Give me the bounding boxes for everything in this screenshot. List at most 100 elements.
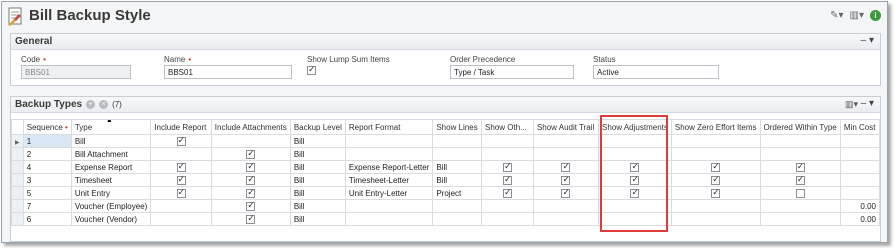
column-header[interactable]: Show Lines	[432, 119, 483, 135]
min-cost-cell[interactable]	[839, 134, 881, 148]
table-row[interactable]: 6Voucher (Vendor) Bill 0.00	[11, 212, 881, 226]
ordered-within-type-checkbox[interactable]	[795, 175, 805, 185]
backup-level-cell[interactable]: Bill	[289, 147, 346, 161]
report-format-cell[interactable]: Expense Report-Letter	[344, 160, 434, 174]
row-selector[interactable]	[11, 199, 24, 213]
include-attachments-checkbox[interactable]	[246, 162, 256, 172]
show-audit-trail-cell[interactable]	[532, 212, 600, 226]
ordered-within-type-cell[interactable]	[759, 160, 841, 174]
lump-sum-checkbox[interactable]	[307, 64, 316, 75]
column-header[interactable]: Include Attachments	[210, 119, 291, 135]
info-icon[interactable]: i	[870, 10, 881, 21]
collapse-backup-types-button[interactable]: – ▾	[861, 98, 874, 109]
collapse-general-button[interactable]: – ▾	[861, 35, 874, 46]
ordered-within-type-cell[interactable]	[759, 199, 841, 213]
column-header[interactable]: Show Zero Effort Items	[670, 119, 761, 135]
order-precedence-field[interactable]: Type / Task	[450, 65, 574, 79]
table-row[interactable]: 2Bill Attachment Bill	[11, 147, 881, 161]
grid-columns-icon[interactable]: ▥▾	[845, 99, 858, 110]
show-audit-trail-checkbox[interactable]	[561, 162, 571, 172]
show-audit-trail-checkbox[interactable]	[561, 175, 571, 185]
column-header[interactable]: Show Oth...	[481, 119, 534, 135]
show-other-cell[interactable]	[481, 212, 534, 226]
sequence-cell[interactable]: 4	[22, 160, 72, 174]
include-attachments-checkbox[interactable]	[246, 149, 256, 159]
include-attachments-cell[interactable]	[210, 199, 291, 213]
column-header[interactable]: Show Audit Trail	[532, 119, 600, 135]
show-audit-trail-cell[interactable]	[532, 173, 600, 187]
show-audit-trail-cell[interactable]	[532, 199, 600, 213]
table-row[interactable]: 3Timesheet BillTimesheet-LetterBill	[11, 173, 881, 187]
show-adjustments-cell[interactable]	[598, 173, 672, 187]
table-row[interactable]: 7Voucher (Employee) Bill 0.00	[11, 199, 881, 213]
min-cost-cell[interactable]	[839, 160, 881, 174]
include-report-cell[interactable]	[150, 134, 212, 148]
show-other-checkbox[interactable]	[502, 188, 512, 198]
add-icon[interactable]: +	[86, 100, 96, 109]
min-cost-cell[interactable]: 0.00	[839, 199, 881, 213]
show-zero-effort-checkbox[interactable]	[711, 175, 721, 185]
show-lines-cell[interactable]	[432, 134, 483, 148]
backup-level-cell[interactable]: Bill	[289, 212, 346, 226]
report-format-cell[interactable]	[344, 212, 434, 226]
show-zero-effort-cell[interactable]	[670, 147, 761, 161]
backup-level-cell[interactable]: Bill	[289, 160, 346, 174]
row-selector[interactable]	[11, 147, 24, 161]
include-report-cell[interactable]	[150, 186, 212, 200]
sequence-cell[interactable]: 7	[22, 199, 72, 213]
code-field[interactable]: BBS01	[21, 65, 131, 79]
include-report-cell[interactable]	[150, 160, 212, 174]
column-header[interactable]: Ordered Within Type	[759, 119, 841, 135]
show-adjustments-cell[interactable]	[598, 147, 672, 161]
name-field[interactable]: BBS01	[164, 65, 292, 79]
include-report-cell[interactable]	[150, 212, 212, 226]
include-report-checkbox[interactable]	[176, 136, 186, 146]
column-header[interactable]: Backup Level	[289, 119, 346, 135]
show-zero-effort-cell[interactable]	[670, 173, 761, 187]
report-format-cell[interactable]	[344, 134, 434, 148]
include-attachments-cell[interactable]	[210, 186, 291, 200]
type-cell[interactable]: Voucher (Vendor)	[70, 212, 152, 226]
show-other-checkbox[interactable]	[502, 162, 512, 172]
table-row[interactable]: ▶1BillBill	[11, 134, 881, 148]
show-zero-effort-cell[interactable]	[670, 160, 761, 174]
include-attachments-cell[interactable]	[210, 212, 291, 226]
include-attachments-checkbox[interactable]	[246, 201, 256, 211]
ordered-within-type-cell[interactable]	[759, 134, 841, 148]
include-attachments-cell[interactable]	[210, 173, 291, 187]
ordered-within-type-cell[interactable]	[759, 186, 841, 200]
show-lines-cell[interactable]	[432, 199, 483, 213]
show-other-cell[interactable]	[481, 147, 534, 161]
column-header[interactable]: Min Cost	[839, 119, 881, 135]
sequence-cell[interactable]: 2	[22, 147, 72, 161]
include-report-cell[interactable]	[150, 147, 212, 161]
type-cell[interactable]: Expense Report	[70, 160, 152, 174]
show-adjustments-cell[interactable]	[598, 186, 672, 200]
show-zero-effort-cell[interactable]	[670, 212, 761, 226]
show-audit-trail-cell[interactable]	[532, 186, 600, 200]
show-other-cell[interactable]	[481, 199, 534, 213]
ordered-within-type-checkbox[interactable]	[795, 162, 805, 172]
delete-icon[interactable]: ×	[99, 100, 109, 109]
backup-level-cell[interactable]: Bill	[289, 199, 346, 213]
show-lines-cell[interactable]: Bill	[432, 173, 483, 187]
include-report-checkbox[interactable]	[176, 188, 186, 198]
show-other-cell[interactable]	[481, 173, 534, 187]
row-selector[interactable]	[11, 160, 24, 174]
row-selector[interactable]	[11, 173, 24, 187]
show-lines-cell[interactable]	[432, 212, 483, 226]
column-header[interactable]: Type ▲	[70, 119, 152, 135]
ordered-within-type-cell[interactable]	[759, 173, 841, 187]
type-cell[interactable]: Bill	[70, 134, 152, 148]
column-header[interactable]: Sequence •	[22, 119, 72, 135]
show-lines-cell[interactable]: Bill	[432, 160, 483, 174]
show-other-checkbox[interactable]	[502, 175, 512, 185]
show-zero-effort-checkbox[interactable]	[711, 188, 721, 198]
show-audit-trail-cell[interactable]	[532, 147, 600, 161]
type-cell[interactable]: Timesheet	[70, 173, 152, 187]
show-adjustments-cell[interactable]	[598, 134, 672, 148]
show-adjustments-cell[interactable]	[598, 212, 672, 226]
show-adjustments-checkbox[interactable]	[630, 188, 640, 198]
column-header[interactable]: Include Report	[150, 119, 212, 135]
min-cost-cell[interactable]	[839, 186, 881, 200]
